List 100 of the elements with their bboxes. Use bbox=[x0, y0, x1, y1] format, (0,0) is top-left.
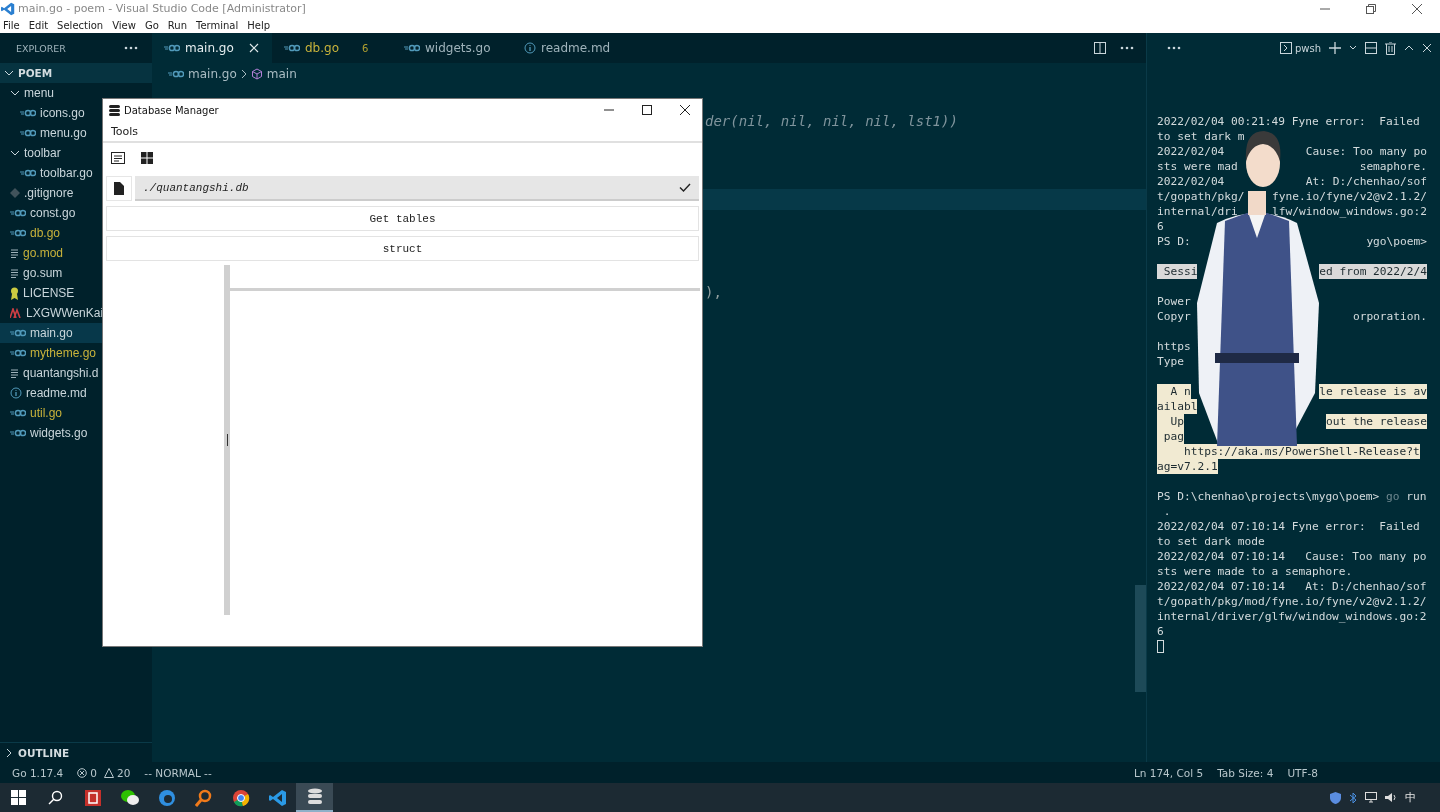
chat-app-icon bbox=[119, 788, 140, 807]
go-file-icon bbox=[20, 169, 36, 177]
file-icon bbox=[114, 182, 124, 195]
file-label[interactable]: LXGWWenKai bbox=[26, 306, 104, 320]
document-icon[interactable] bbox=[111, 152, 125, 164]
file-label[interactable]: menu.go bbox=[40, 126, 87, 140]
file-label[interactable]: go.sum bbox=[23, 266, 63, 280]
file-label[interactable]: mytheme.go bbox=[30, 346, 97, 360]
info-icon bbox=[524, 42, 536, 54]
magnifier-app-icon bbox=[194, 788, 213, 807]
terminal-text: 2022/02/04 00:21:49 Fyne error: Failed bbox=[1157, 114, 1420, 129]
speaker-icon[interactable] bbox=[1385, 792, 1397, 803]
terminal-text: https bbox=[1157, 339, 1191, 354]
trash-icon[interactable] bbox=[1385, 41, 1396, 55]
info-icon bbox=[10, 387, 22, 399]
input-method-indicator[interactable]: 中 bbox=[1405, 790, 1416, 805]
code-line: der(nil, nil, nil, nil, lst1)) bbox=[705, 113, 959, 129]
chevron-right-icon bbox=[240, 70, 247, 78]
font-file-icon bbox=[10, 308, 22, 318]
cube-icon bbox=[250, 68, 263, 80]
taskbar-app[interactable] bbox=[296, 783, 333, 812]
close-icon[interactable] bbox=[248, 43, 259, 53]
menu-item[interactable]: Go bbox=[144, 19, 159, 31]
more-icon[interactable] bbox=[124, 46, 138, 50]
status-item[interactable]: Tab Size: 4 bbox=[1217, 766, 1274, 779]
menu-item[interactable]: File bbox=[3, 19, 20, 31]
menu-item[interactable]: Edit bbox=[28, 19, 49, 31]
menu-item[interactable]: View bbox=[112, 19, 136, 31]
go-file-icon bbox=[10, 229, 26, 237]
file-label[interactable]: const.go bbox=[30, 206, 76, 220]
chevron-down-icon[interactable] bbox=[1349, 45, 1357, 51]
file-label[interactable]: LICENSE bbox=[23, 286, 75, 300]
windows-icon bbox=[11, 790, 26, 805]
shield-icon[interactable] bbox=[1330, 791, 1341, 804]
file-label[interactable]: go.mod bbox=[23, 246, 64, 260]
split-editor-icon[interactable] bbox=[1094, 42, 1106, 54]
breadcrumb[interactable]: main bbox=[266, 67, 297, 81]
go-version[interactable]: Go 1.17.4 bbox=[12, 766, 64, 779]
file-label[interactable]: quantangshi.d bbox=[23, 366, 99, 380]
go-file-icon bbox=[20, 109, 36, 117]
terminal-text: Up bbox=[1157, 414, 1184, 429]
split-handle[interactable] bbox=[224, 265, 230, 615]
terminal-text: to set dark mode bbox=[1157, 534, 1265, 549]
breadcrumb[interactable]: main.go bbox=[188, 67, 237, 81]
status-item[interactable]: Ln 174, Col 5 bbox=[1133, 766, 1204, 779]
close-icon[interactable] bbox=[1422, 43, 1432, 53]
folder-label[interactable]: menu bbox=[24, 86, 55, 100]
menu-item[interactable]: Help bbox=[247, 19, 271, 31]
file-label[interactable]: readme.md bbox=[26, 386, 87, 400]
file-label[interactable]: db.go bbox=[30, 226, 61, 240]
problems-indicator[interactable]: 0 20 bbox=[77, 766, 131, 779]
go-file-icon bbox=[10, 329, 26, 337]
file-label[interactable]: main.go bbox=[30, 326, 73, 340]
chevron-right-icon[interactable] bbox=[4, 747, 14, 758]
project-header[interactable]: POEM bbox=[0, 63, 152, 83]
terminal-selector[interactable]: pwsh bbox=[1279, 42, 1321, 54]
scrollbar-thumb[interactable] bbox=[1135, 585, 1146, 692]
terminal-text: internal/dri bbox=[1157, 204, 1238, 219]
close-icon bbox=[680, 105, 690, 115]
monitor-icon[interactable] bbox=[1365, 792, 1377, 803]
plus-icon[interactable] bbox=[1329, 42, 1341, 54]
editor-tab[interactable]: main.go bbox=[152, 33, 272, 63]
terminal-text: lfw/window_windows.go:2 bbox=[1272, 204, 1427, 219]
menu-item[interactable]: Terminal bbox=[196, 19, 239, 31]
file-label[interactable]: .gitignore bbox=[24, 186, 74, 200]
browser-icon bbox=[157, 788, 176, 807]
window-title: Database Manager bbox=[124, 104, 220, 116]
terminal-text: fyne.io/fyne/v2@v2.1.2/ bbox=[1272, 189, 1427, 204]
file-label[interactable]: toolbar.go bbox=[40, 166, 93, 180]
terminal-text: At: D:/chenhao/sof bbox=[1305, 174, 1427, 189]
menu-item[interactable]: Selection bbox=[57, 19, 104, 31]
action-button[interactable]: Get tables bbox=[106, 206, 699, 231]
more-icon[interactable] bbox=[1167, 46, 1181, 50]
bluetooth-icon[interactable] bbox=[1349, 791, 1357, 804]
more-icon[interactable] bbox=[1120, 46, 1134, 50]
menu-item[interactable]: Run bbox=[167, 19, 187, 31]
go-file-icon bbox=[10, 409, 26, 417]
open-file-button[interactable] bbox=[106, 176, 132, 201]
lines-file-icon bbox=[10, 268, 19, 278]
terminal-text: sts were mad bbox=[1157, 159, 1238, 174]
code-editor-icon bbox=[1, 1, 15, 16]
ribbon-icon bbox=[10, 286, 19, 300]
go-file-icon bbox=[404, 44, 420, 52]
database-icon bbox=[306, 787, 323, 806]
terminal-text: internal/driver/glfw/window_windows.go:2 bbox=[1157, 609, 1427, 624]
file-label[interactable]: util.go bbox=[30, 406, 63, 420]
split-handle[interactable] bbox=[230, 288, 700, 291]
path-field[interactable]: ./quantangshi.db bbox=[135, 176, 699, 201]
chevron-down-icon[interactable] bbox=[10, 148, 20, 158]
file-label[interactable]: widgets.go bbox=[30, 426, 88, 440]
chevron-up-icon[interactable] bbox=[1404, 45, 1414, 51]
terminal-text: 6 bbox=[1157, 624, 1164, 639]
terminal-text: Cause: Too many po bbox=[1305, 144, 1427, 159]
status-item[interactable]: UTF-8 bbox=[1287, 766, 1318, 779]
folder-label[interactable]: toolbar bbox=[24, 146, 61, 160]
split-terminal-icon[interactable] bbox=[1365, 42, 1377, 54]
file-label[interactable]: icons.go bbox=[40, 106, 85, 120]
grid-icon[interactable] bbox=[141, 152, 153, 164]
action-button[interactable]: struct bbox=[106, 236, 699, 261]
menu-item[interactable]: Tools bbox=[111, 124, 139, 138]
